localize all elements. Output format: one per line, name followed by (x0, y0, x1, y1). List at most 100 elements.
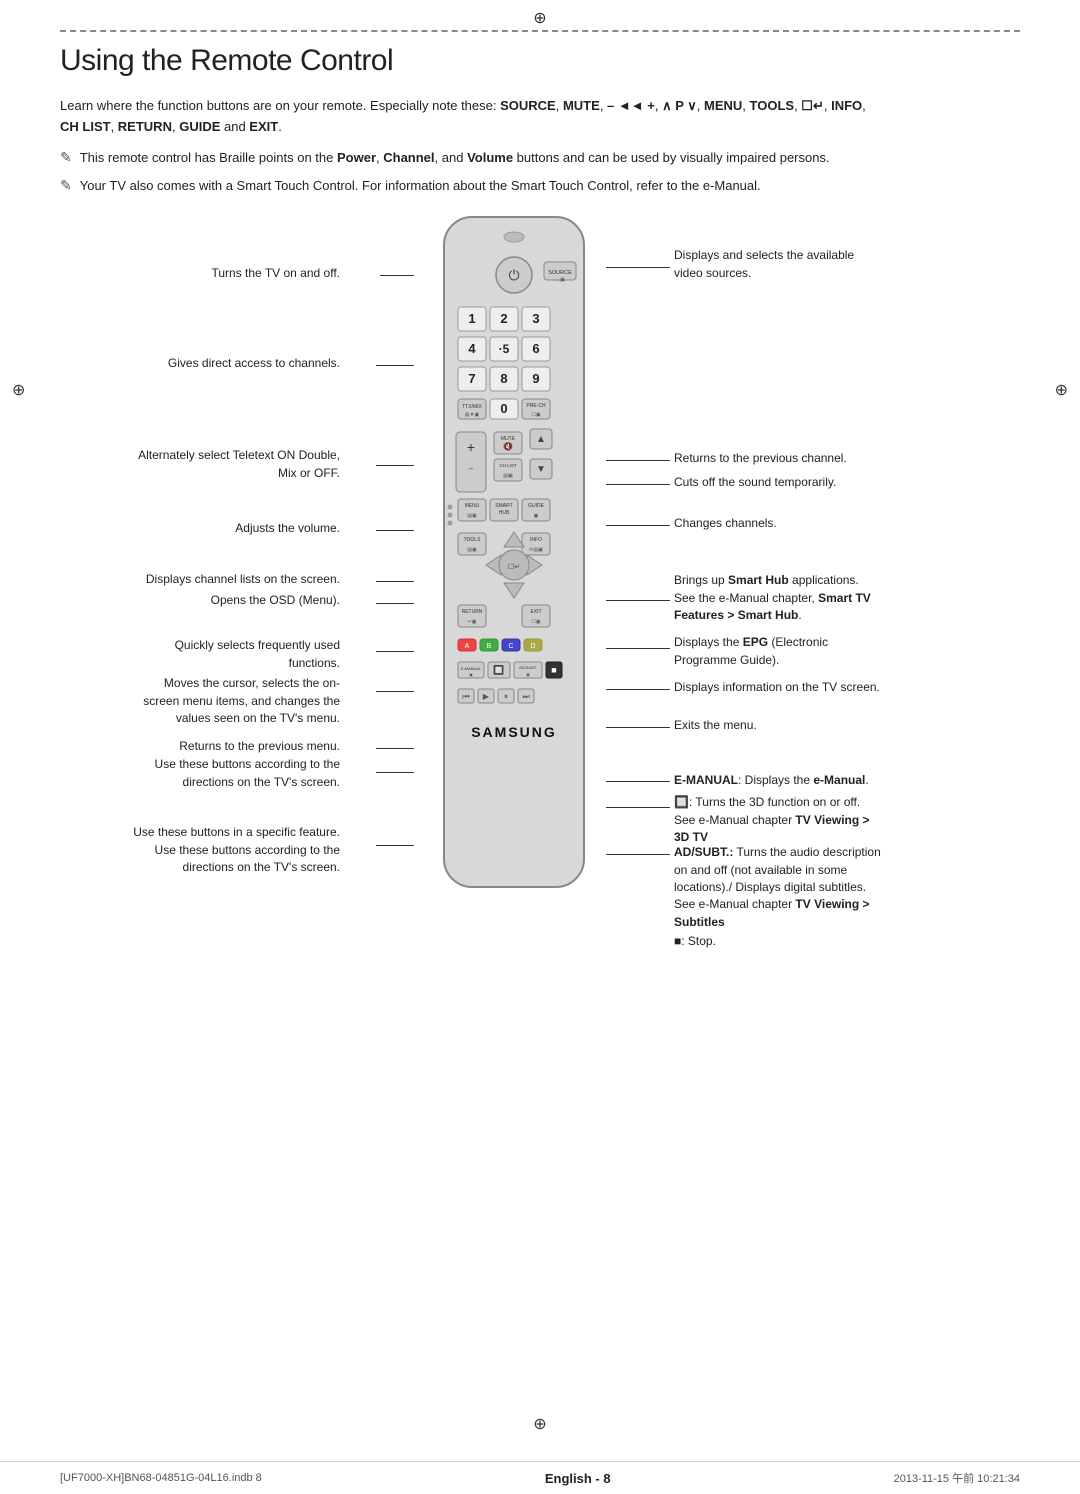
svg-text:4: 4 (468, 341, 476, 356)
svg-text:INFO: INFO (530, 537, 542, 543)
footer-right: 2013-11-15 午前 10:21:34 (894, 1470, 1020, 1486)
svg-text:↔▣: ↔▣ (555, 277, 565, 283)
svg-text:HUB: HUB (499, 510, 510, 516)
line-cursor (376, 691, 414, 692)
svg-text:7: 7 (468, 371, 475, 386)
svg-text:▤▣: ▤▣ (467, 547, 477, 553)
note-icon-2: ✎ (60, 177, 72, 194)
ann-ch-change: Changes channels. (674, 515, 874, 532)
svg-text:▤▣: ▤▣ (467, 513, 477, 519)
svg-text:▼: ▼ (536, 464, 546, 475)
svg-text:SMART: SMART (495, 503, 512, 509)
diagram-container: Turns the TV on and off. Gives direct ac… (60, 207, 1020, 927)
footer-center: English - 8 (545, 1471, 611, 1486)
svg-text:▤▼▣: ▤▼▣ (465, 412, 480, 418)
ann-smart-hub: Brings up Smart Hub applications.See the… (674, 572, 904, 624)
reg-mark-top: ⊕ (533, 8, 546, 28)
svg-text:▲: ▲ (536, 434, 546, 445)
ann-osd-menu: Opens the OSD (Menu). (140, 592, 340, 609)
svg-text:AD/SUBT.: AD/SUBT. (519, 665, 537, 670)
ann-epg: Displays the EPG (ElectronicProgramme Gu… (674, 634, 894, 669)
svg-text:↩▣: ↩▣ (468, 619, 477, 625)
footer-english: English - 8 (545, 1471, 611, 1486)
rline-info (606, 689, 670, 690)
svg-text:⟳▤▣: ⟳▤▣ (529, 547, 543, 553)
svg-text:MENU: MENU (465, 503, 480, 509)
svg-text:⏮: ⏮ (462, 692, 469, 701)
footer-left: [UF7000-XH]BN68-04851G-04L16.indb 8 (60, 1472, 262, 1484)
svg-text:A: A (465, 643, 470, 650)
svg-text:SOURCE: SOURCE (548, 270, 572, 276)
section-divider (60, 30, 1020, 32)
svg-text:EXIT: EXIT (530, 609, 541, 615)
rline-exit (606, 727, 670, 728)
svg-text:RETURN: RETURN (462, 609, 483, 615)
svg-text:–: – (469, 464, 474, 473)
ann-return: Returns to the previous menu. (130, 738, 340, 755)
page-container: ⊕ ⊕ ⊕ ⊕ Using the Remote Control Learn w… (0, 0, 1080, 1494)
ann-3d: 🔲: Turns the 3D function on or off.See e… (674, 794, 924, 846)
svg-text:▣: ▣ (534, 513, 539, 519)
rline-source (606, 267, 670, 268)
ann-emanual: E-MANUAL: Displays the e-Manual. (674, 772, 924, 789)
svg-text:▣: ▣ (526, 672, 530, 677)
line-menu (376, 603, 414, 604)
ann-exit: Exits the menu. (674, 717, 874, 734)
rline-adsubt (606, 854, 670, 855)
ann-info: Displays information on the TV screen. (674, 679, 904, 696)
svg-text:☐▣: ☐▣ (531, 619, 540, 625)
ann-teletext: Alternately select Teletext ON Double,Mi… (130, 447, 340, 482)
svg-text:GUIDE: GUIDE (528, 503, 545, 509)
ann-cursor: Moves the cursor, selects the on-screen … (120, 675, 340, 727)
rline-smart-hub (606, 600, 670, 601)
line-chlist (376, 581, 414, 582)
ann-direct-access: Gives direct access to channels. (130, 355, 340, 372)
svg-text:2: 2 (500, 311, 507, 326)
reg-mark-bottom: ⊕ (533, 1414, 546, 1434)
line-volume (376, 530, 414, 531)
svg-text:TTX/MIX: TTX/MIX (462, 404, 482, 410)
ann-source: Displays and selects the availablevideo … (674, 247, 894, 282)
ann-adsubt: AD/SUBT.: Turns the audio descriptionon … (674, 844, 924, 931)
svg-text:■: ■ (551, 665, 556, 675)
ann-color-buttons: Use these buttons according to thedirect… (125, 756, 340, 791)
rline-prech (606, 460, 670, 461)
svg-text:E-MANUAL: E-MANUAL (461, 666, 482, 671)
svg-text:+: + (467, 439, 475, 455)
line-tools (376, 651, 414, 652)
ann-ch-list: Displays channel lists on the screen. (120, 571, 340, 588)
footer: [UF7000-XH]BN68-04851G-04L16.indb 8 Engl… (0, 1461, 1080, 1494)
svg-text:⏸: ⏸ (504, 692, 508, 701)
svg-text:☐▣: ☐▣ (531, 412, 540, 418)
svg-text:D: D (530, 643, 535, 650)
ann-turns-on-off: Turns the TV on and off. (140, 265, 340, 282)
svg-text:C: C (508, 643, 513, 650)
ann-media-buttons: Use these buttons in a specific feature.… (120, 824, 340, 876)
svg-text:8: 8 (500, 371, 507, 386)
svg-text:⏭: ⏭ (522, 692, 529, 701)
svg-text:PRE-CH: PRE-CH (526, 403, 546, 409)
svg-text:🔲: 🔲 (493, 664, 504, 675)
note-icon-1: ✎ (60, 149, 72, 166)
line-teletext (376, 465, 414, 466)
svg-text:⏻: ⏻ (508, 267, 519, 283)
page-title: Using the Remote Control (60, 44, 1020, 78)
svg-text:0: 0 (500, 401, 507, 416)
rline-mute (606, 484, 670, 485)
remote-control-svg: ⏻ SOURCE ↔▣ 1 2 3 4 ·5 6 7 8 (414, 207, 614, 897)
ann-mute: Cuts off the sound temporarily. (674, 474, 894, 491)
ann-volume: Adjusts the volume. (140, 520, 340, 537)
svg-text:☐↵: ☐↵ (508, 563, 520, 571)
svg-text:9: 9 (532, 371, 539, 386)
svg-text:SAMSUNG: SAMSUNG (471, 724, 557, 740)
rline-3d (606, 807, 670, 808)
reg-mark-left: ⊕ (12, 380, 25, 400)
intro-text: Learn where the function buttons are on … (60, 96, 880, 138)
svg-text:B: B (487, 643, 492, 650)
rline-ch (606, 525, 670, 526)
svg-text:6: 6 (532, 341, 539, 356)
svg-text:▤▣: ▤▣ (503, 473, 513, 479)
note-1: ✎ This remote control has Braille points… (60, 148, 880, 169)
svg-text:▣: ▣ (469, 672, 473, 677)
rline-epg (606, 648, 670, 649)
